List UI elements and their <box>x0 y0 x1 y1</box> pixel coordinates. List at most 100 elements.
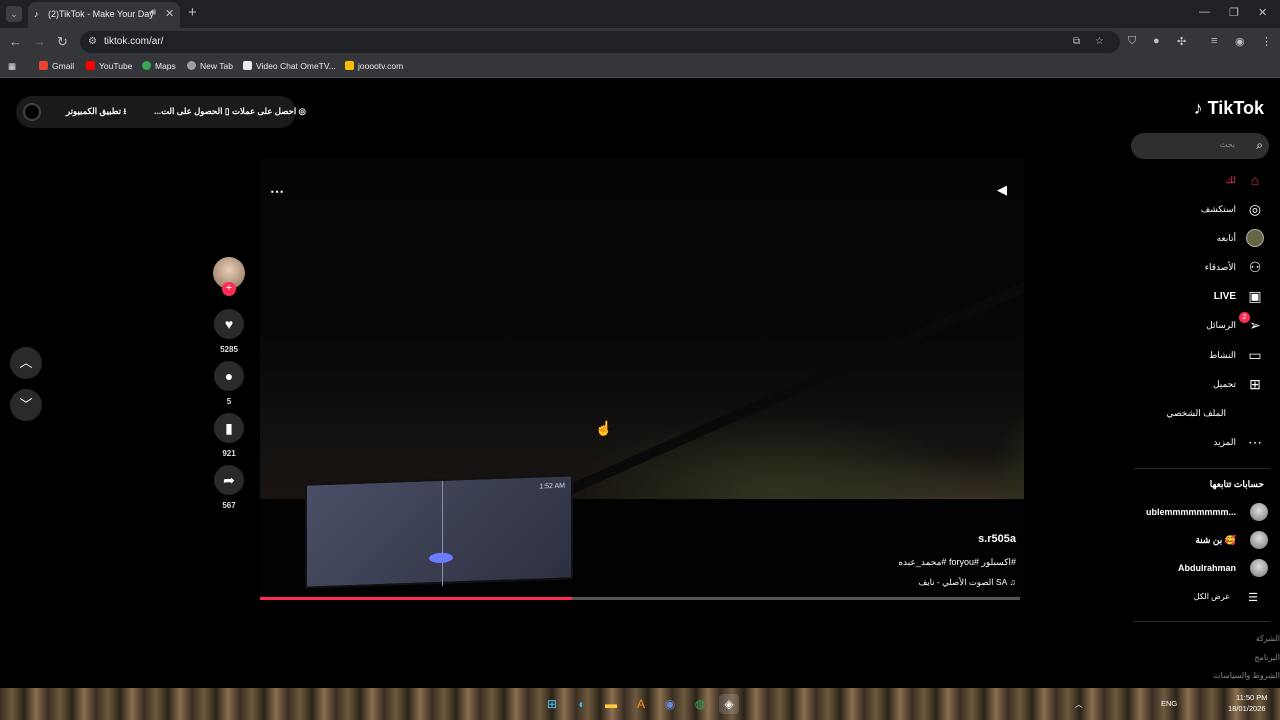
search-icon[interactable]: ⌕ <box>1256 138 1263 153</box>
windows-start-icon[interactable]: ⊞ <box>542 694 562 714</box>
bookmark-new-tab[interactable]: New Tab <box>187 61 233 71</box>
extension-icon[interactable]: ● <box>1153 35 1160 47</box>
bookmark-ometv[interactable]: Video Chat OmeTV... <box>243 61 336 71</box>
site-info-icon[interactable]: ⚙ <box>88 36 97 47</box>
clock-date[interactable]: 18/01/2026 <box>1228 704 1266 713</box>
back-icon[interactable]: ← <box>9 34 22 49</box>
video-progress-bar[interactable] <box>260 597 1020 600</box>
shield-extension-icon[interactable]: ⛉ <box>1128 35 1136 48</box>
video-player[interactable]: 1:52 AM <box>260 159 1024 599</box>
chrome-icon[interactable]: ◍ <box>690 694 710 714</box>
tray-chevron-icon[interactable]: ︿ <box>1075 699 1083 710</box>
sidebar-item-label: الأصدقاء <box>1204 262 1236 272</box>
share-icon: ➦ <box>223 472 235 488</box>
screen-road-line <box>442 480 443 586</box>
bookmark-jooootv[interactable]: jooootv.com <box>345 61 403 71</box>
sidebar-item-friends[interactable]: الأصدقاء ⚇ <box>1140 256 1270 280</box>
profile-avatar-icon[interactable]: ◉ <box>1235 35 1245 48</box>
avatar <box>1250 503 1268 521</box>
search-placeholder: بحث <box>1219 140 1235 149</box>
get-coins-link[interactable]: ◎ احصل على عملات <box>232 106 306 117</box>
save-button[interactable]: ▮ <box>214 413 244 443</box>
tiktok-logo[interactable]: ♪ TikTok <box>1194 98 1264 119</box>
following-account-item[interactable]: ublemmmmmmmm... <box>1140 502 1270 524</box>
following-accounts-title: حسابات تتابعها <box>1209 479 1264 489</box>
restore-icon[interactable]: ❐ <box>1229 6 1239 19</box>
list-icon: ☰ <box>1248 592 1258 604</box>
comment-button[interactable]: ● <box>214 361 244 391</box>
video-author[interactable]: s.r505a <box>978 533 1016 545</box>
speaker-icon[interactable]: 🔊︎ <box>150 7 156 18</box>
avatar-icon <box>1246 229 1264 247</box>
bookmark-maps[interactable]: Maps <box>142 61 176 71</box>
sidebar-item-activity[interactable]: النشاط ▭ <box>1140 344 1270 368</box>
close-window-icon[interactable]: ✕ <box>1258 6 1267 19</box>
sidebar-item-more[interactable]: المزيد ⋯ <box>1140 431 1270 455</box>
media-control-icon[interactable]: ≡ <box>1211 35 1217 47</box>
discord-icon[interactable]: ◉ <box>660 694 680 714</box>
screen-nav-marker <box>429 552 453 564</box>
following-account-item[interactable]: Abdulrahman <box>1140 558 1270 580</box>
sidebar-item-label: تحميل <box>1212 379 1236 389</box>
get-app-link[interactable]: ▯ الحصول على الت... <box>154 106 230 117</box>
address-bar[interactable]: ⚙ tiktok.com/ar/ ⧉ ☆ <box>80 31 1120 53</box>
get-coins-label: احصل على عملات <box>232 106 297 116</box>
bookmark-star-icon[interactable]: ☆ <box>1095 36 1104 47</box>
hand-cursor-icon: ☝ <box>595 420 613 436</box>
dash-time: 1:52 AM <box>539 482 565 491</box>
see-all-button[interactable]: عرض الكل ☰ <box>1140 587 1270 609</box>
like-button[interactable]: ♥ <box>214 309 244 339</box>
theme-toggle[interactable] <box>23 103 41 121</box>
next-video-button[interactable]: ﹀ <box>10 389 42 421</box>
forward-icon[interactable]: → <box>33 34 46 49</box>
edge-icon[interactable]: ◐ <box>572 694 592 714</box>
close-tab-icon[interactable]: ✕ <box>165 7 174 20</box>
app-a-icon[interactable]: A <box>631 694 651 714</box>
sidebar-divider <box>1134 468 1270 469</box>
follow-plus-button[interactable]: + <box>222 282 236 296</box>
browser-tab[interactable]: ♪ (2)TikTok - Make Your Day 🔊︎ ✕ <box>28 2 180 28</box>
sidebar-item-upload[interactable]: تحميل ⊞ <box>1140 373 1270 397</box>
volume-icon[interactable]: ◀ <box>997 182 1007 198</box>
browser-toolbar: ← → ↻ ⚙ tiktok.com/ar/ ⧉ ☆ ⛉ ● ✣ ≡ ◉ ⋮ <box>0 28 1280 56</box>
sidebar-item-label: الرسائل <box>1206 320 1236 330</box>
menu-kebab-icon[interactable]: ⋮ <box>1261 35 1272 48</box>
language-indicator[interactable]: ENG <box>1161 699 1177 708</box>
tab-search-button[interactable]: ⌄ <box>6 6 22 22</box>
sidebar-item-for-you[interactable]: لك ⌂ <box>1140 169 1270 193</box>
bookmark-gmail[interactable]: Gmail <box>39 61 74 71</box>
file-explorer-icon[interactable]: ▬ <box>601 694 621 714</box>
url-text: tiktok.com/ar/ <box>104 36 164 47</box>
sidebar-item-profile[interactable]: الملف الشخصي <box>1140 402 1270 426</box>
desktop-app-link[interactable]: ⭳ تطبيق الكمبيوتر <box>66 106 126 120</box>
save-count: 921 <box>222 449 236 458</box>
apps-grid-icon[interactable]: ▦ <box>8 61 16 72</box>
sidebar-item-live[interactable]: LIVE ▣ <box>1140 285 1270 309</box>
search-input[interactable]: بحث ⌕ <box>1131 133 1269 159</box>
more-options-icon[interactable]: ⋯ <box>270 183 284 200</box>
video-music[interactable]: ♫ SA الصوت الأصلي - نايف <box>918 577 1016 588</box>
sidebar-item-messages[interactable]: الرسائل ➢ 2 <box>1140 312 1270 338</box>
minimize-icon[interactable]: — <box>1199 6 1210 18</box>
comment-icon: ● <box>224 368 234 384</box>
install-app-icon[interactable]: ⧉ <box>1073 36 1080 47</box>
friends-icon: ⚇ <box>1248 259 1262 275</box>
clock-time[interactable]: 11:50 PM <box>1236 693 1268 702</box>
bookmark-youtube[interactable]: YouTube <box>86 61 132 71</box>
footer-link-program[interactable]: البرنامج <box>1254 653 1280 662</box>
footer-link-company[interactable]: الشركة <box>1256 634 1280 643</box>
footer-link-terms[interactable]: الشروط والسياسات <box>1213 671 1280 680</box>
puzzle-icon[interactable]: ✣ <box>1177 35 1186 48</box>
share-button[interactable]: ➦ <box>214 465 244 495</box>
reload-icon[interactable]: ↻ <box>57 34 68 50</box>
live-icon: ▣ <box>1248 288 1262 304</box>
following-account-item[interactable]: بن شنة 🥰 <box>1140 530 1270 552</box>
sidebar-item-explore[interactable]: استكشف ◎ <box>1140 198 1270 222</box>
sidebar-item-following[interactable]: أتابعه <box>1140 227 1270 251</box>
music-label: SA الصوت الأصلي - نايف <box>918 577 1008 587</box>
jooootv-icon <box>345 61 354 70</box>
capcut-icon[interactable]: ◈ <box>719 694 739 714</box>
new-tab-button[interactable]: + <box>188 4 197 21</box>
previous-video-button[interactable]: ︿ <box>10 347 42 379</box>
bookmarks-bar: ▦ Gmail YouTube Maps New Tab Video Chat … <box>0 56 1280 78</box>
